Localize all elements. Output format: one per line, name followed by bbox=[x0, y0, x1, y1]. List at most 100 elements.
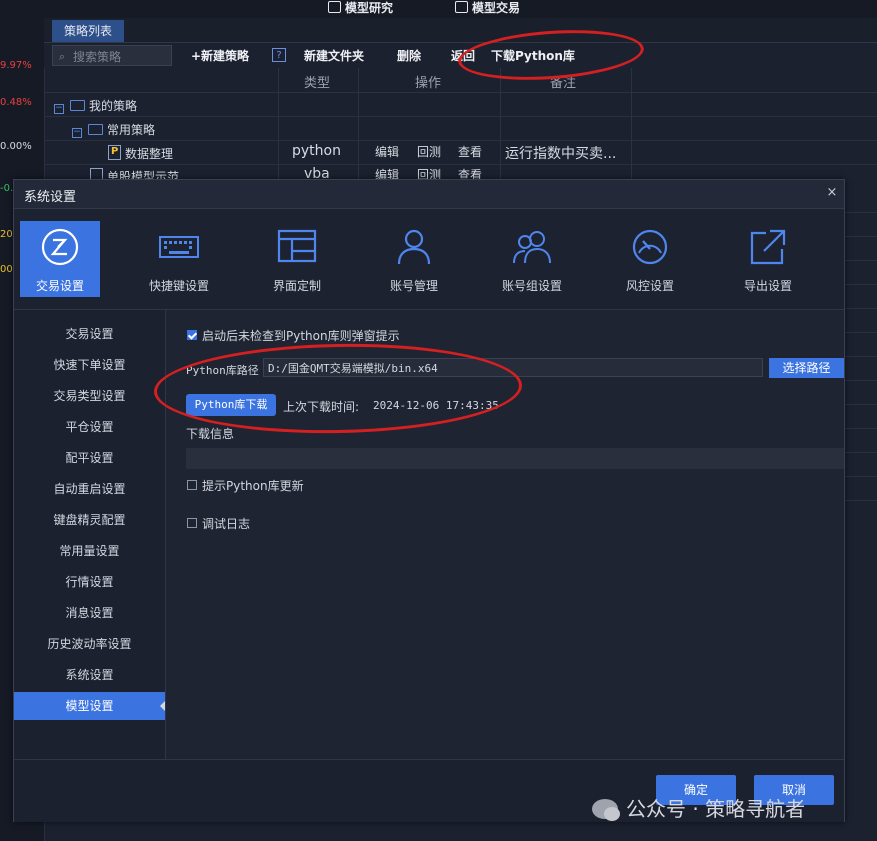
row-divider bbox=[845, 452, 877, 453]
row-divider bbox=[845, 284, 877, 285]
update-prompt-checkbox[interactable] bbox=[187, 480, 197, 490]
column-header bbox=[44, 68, 877, 93]
row-divider bbox=[44, 116, 877, 117]
nav-tab-account-group[interactable]: 账号组设置 bbox=[492, 221, 572, 297]
tab-strategy-list[interactable]: 策略列表 bbox=[52, 20, 124, 42]
export-icon bbox=[750, 229, 786, 265]
dialog-title: 系统设置 bbox=[24, 190, 77, 205]
row-divider bbox=[845, 476, 877, 477]
nav-tab-label: 快捷键设置 bbox=[148, 279, 209, 293]
nav-model-research[interactable]: 模型研究 bbox=[328, 0, 393, 18]
download-info-label: 下载信息 bbox=[186, 427, 235, 441]
row-divider bbox=[845, 260, 877, 261]
row-divider bbox=[845, 236, 877, 237]
column-divider bbox=[278, 68, 279, 179]
nav-tab-export[interactable]: 导出设置 bbox=[728, 221, 808, 297]
collapse-icon[interactable]: − bbox=[72, 128, 82, 138]
nav-tab-label: 界面定制 bbox=[272, 279, 321, 293]
tree-node-common-strategies[interactable]: − 常用策略 bbox=[72, 121, 155, 138]
sidebar-item-quick-order[interactable]: 快速下单设置 bbox=[14, 351, 165, 379]
row-divider bbox=[845, 212, 877, 213]
choose-path-button[interactable]: 选择路径 bbox=[769, 358, 844, 378]
row-divider bbox=[44, 140, 877, 141]
row-divider bbox=[845, 500, 877, 501]
folder-icon bbox=[88, 124, 103, 135]
gauge-icon bbox=[632, 229, 668, 265]
check-prompt-checkbox[interactable] bbox=[187, 330, 197, 340]
column-divider bbox=[358, 68, 359, 179]
row-edit-link[interactable]: 编辑 bbox=[375, 143, 399, 160]
user-group-icon bbox=[513, 231, 551, 264]
nav-tab-account[interactable]: 账号管理 bbox=[374, 221, 454, 297]
sidebar-item-auto-restart[interactable]: 自动重启设置 bbox=[14, 475, 165, 503]
row-divider bbox=[845, 404, 877, 405]
wechat-icon bbox=[592, 799, 620, 821]
chart-icon bbox=[455, 1, 468, 13]
keyboard-icon bbox=[159, 236, 199, 258]
sidebar-item-keyboard-wizard[interactable]: 键盘精灵配置 bbox=[14, 506, 165, 534]
sidebar-item-close-position[interactable]: 平仓设置 bbox=[14, 413, 165, 441]
python-file-icon: P bbox=[108, 145, 121, 160]
column-divider bbox=[500, 68, 501, 179]
sidebar-item-messages[interactable]: 消息设置 bbox=[14, 599, 165, 627]
tree-node-my-strategies[interactable]: − 我的策略 bbox=[54, 97, 137, 114]
row-divider bbox=[44, 164, 877, 165]
top-bar bbox=[0, 0, 877, 19]
row-divider bbox=[845, 356, 877, 357]
nav-tab-label: 风控设置 bbox=[625, 279, 674, 293]
sidebar-item-trade-settings[interactable]: 交易设置 bbox=[14, 320, 165, 348]
folder-icon bbox=[70, 100, 85, 111]
check-prompt-label: 启动后未检查到Python库则弹窗提示 bbox=[202, 329, 400, 343]
table-row[interactable]: P 数据整理 bbox=[108, 145, 173, 162]
nav-tab-label: 账号组设置 bbox=[501, 279, 562, 293]
column-type: 类型 bbox=[304, 76, 331, 91]
search-box: ⌕ bbox=[52, 45, 172, 66]
sidebar-item-model-settings[interactable]: 模型设置 bbox=[14, 692, 165, 720]
layout-icon bbox=[277, 229, 317, 263]
nav-tab-label: 交易设置 bbox=[35, 279, 84, 293]
tab-bar bbox=[44, 18, 877, 43]
new-strategy-button[interactable]: +新建策略 bbox=[191, 47, 249, 64]
sidebar-item-system[interactable]: 系统设置 bbox=[14, 661, 165, 689]
debug-log-checkbox[interactable] bbox=[187, 518, 197, 528]
row-divider bbox=[845, 428, 877, 429]
sidebar-item-market-data[interactable]: 行情设置 bbox=[14, 568, 165, 596]
search-input[interactable] bbox=[71, 47, 171, 66]
trade-settings-icon bbox=[41, 228, 79, 266]
delete-button[interactable]: 删除 bbox=[397, 47, 421, 64]
nav-tab-interface[interactable]: 界面定制 bbox=[257, 221, 337, 297]
chart-icon bbox=[328, 1, 341, 13]
search-icon: ⌕ bbox=[59, 50, 66, 63]
debug-log-label: 调试日志 bbox=[202, 517, 251, 531]
collapse-icon[interactable]: − bbox=[54, 104, 64, 114]
new-folder-button[interactable]: 新建文件夹 bbox=[304, 47, 364, 64]
nav-tab-label: 账号管理 bbox=[389, 279, 438, 293]
dialog-title-bar: 系统设置 bbox=[14, 180, 844, 209]
column-divider bbox=[631, 68, 632, 179]
nav-tab-risk-control[interactable]: 风控设置 bbox=[610, 221, 690, 297]
row-divider bbox=[845, 308, 877, 309]
sidebar-item-common-quantity[interactable]: 常用量设置 bbox=[14, 537, 165, 565]
gutter-value: 0.00% bbox=[0, 141, 32, 152]
sidebar-item-balance[interactable]: 配平设置 bbox=[14, 444, 165, 472]
user-icon bbox=[397, 229, 431, 265]
gutter-value: 9.97% bbox=[0, 60, 32, 71]
help-icon[interactable]: ? bbox=[272, 48, 286, 62]
row-divider bbox=[845, 380, 877, 381]
sidebar-item-historical-volatility[interactable]: 历史波动率设置 bbox=[14, 630, 165, 658]
nav-tab-trade-settings[interactable]: 交易设置 bbox=[20, 221, 100, 297]
nav-model-trading[interactable]: 模型交易 bbox=[455, 0, 520, 18]
row-type: python bbox=[292, 143, 341, 159]
column-operation: 操作 bbox=[415, 76, 442, 91]
download-progress-bar bbox=[186, 448, 844, 469]
close-button[interactable]: × bbox=[826, 186, 838, 200]
row-view-link[interactable]: 查看 bbox=[458, 143, 482, 160]
update-prompt-label: 提示Python库更新 bbox=[202, 479, 304, 493]
sidebar-item-trade-type[interactable]: 交易类型设置 bbox=[14, 382, 165, 410]
row-backtest-link[interactable]: 回测 bbox=[417, 143, 441, 160]
nav-tab-hotkeys[interactable]: 快捷键设置 bbox=[139, 221, 219, 297]
active-indicator-arrow bbox=[160, 701, 165, 711]
nav-tab-label: 导出设置 bbox=[743, 279, 792, 293]
gutter-value: 0.48% bbox=[0, 97, 32, 108]
row-remark: 运行指数中买卖... bbox=[505, 146, 617, 162]
